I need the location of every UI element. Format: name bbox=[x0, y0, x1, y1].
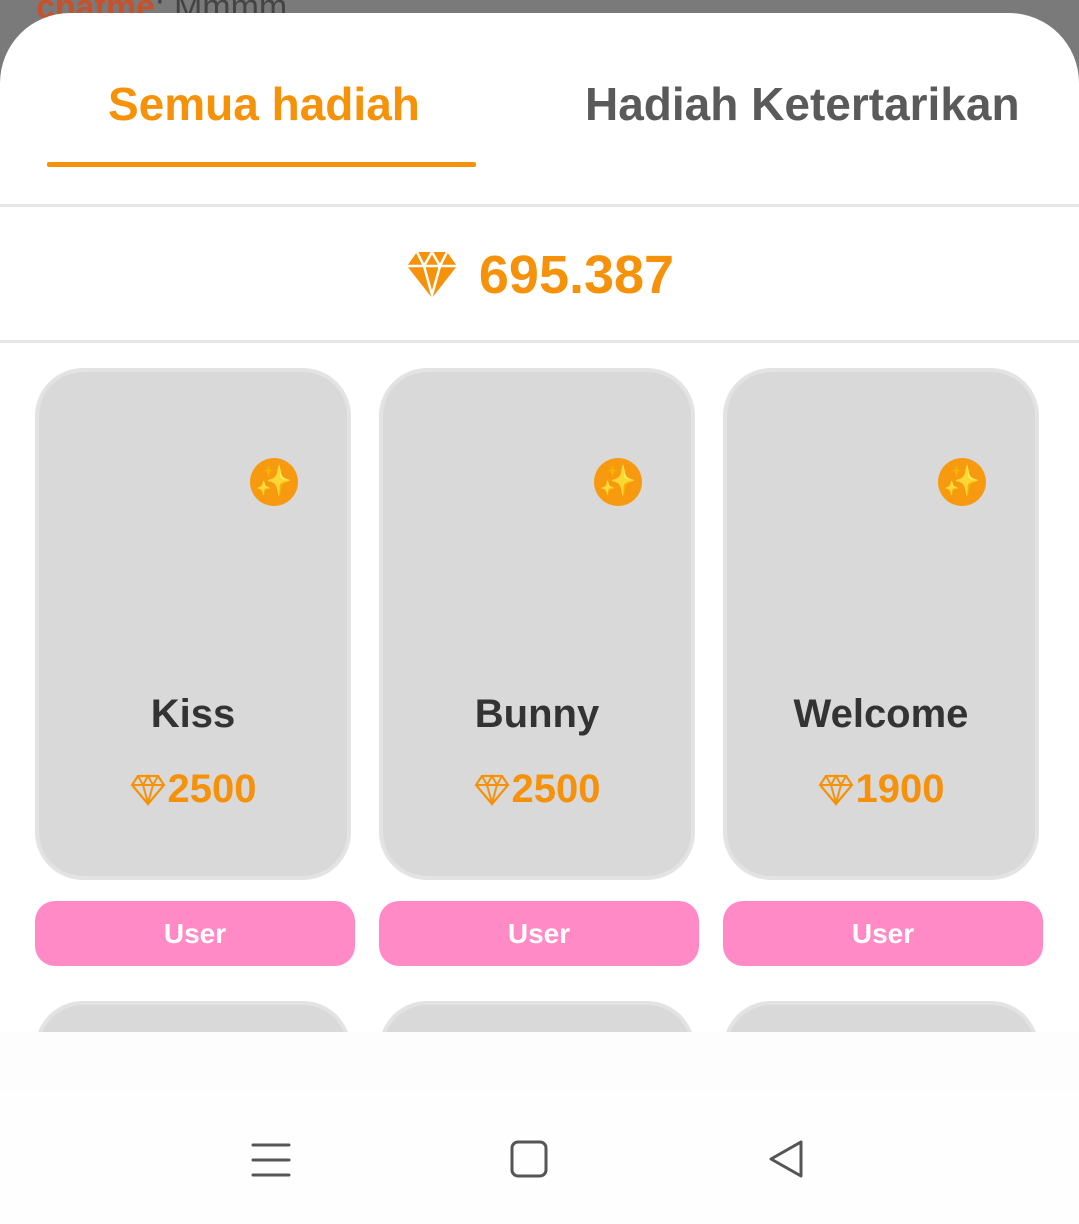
gift-card-welcome[interactable]: ✨ Welcome 1900 bbox=[723, 368, 1039, 880]
gift-price: 2500 bbox=[39, 767, 347, 812]
gift-name: Bunny bbox=[474, 692, 600, 736]
sparkles-icon: ✨ bbox=[594, 458, 642, 506]
diamond-balance: 695.387 bbox=[0, 209, 1079, 341]
divider-bottom bbox=[0, 340, 1079, 343]
user-button-kiss[interactable]: User bbox=[35, 901, 355, 966]
gift-price-value: 2500 bbox=[167, 767, 257, 811]
home-square-icon[interactable] bbox=[499, 1129, 559, 1189]
gift-price-value: 1900 bbox=[855, 767, 945, 811]
gift-card-kiss[interactable]: ✨ Kiss 2500 bbox=[35, 368, 351, 880]
gift-card-bunny[interactable]: ✨ Bunny 2500 bbox=[379, 368, 695, 880]
user-button-welcome[interactable]: User bbox=[723, 901, 1043, 966]
gift-sheet: Semua hadiah Hadiah Ketertarikan 695.387… bbox=[0, 13, 1079, 1224]
tab-interest-gifts[interactable]: Hadiah Ketertarikan bbox=[585, 77, 1020, 131]
gift-price: 1900 bbox=[727, 767, 1035, 812]
gift-price: 2500 bbox=[383, 767, 691, 812]
active-tab-indicator bbox=[47, 162, 476, 167]
system-nav-bar bbox=[0, 1091, 1079, 1224]
back-triangle-icon[interactable] bbox=[757, 1129, 817, 1189]
diamond-outline-icon bbox=[474, 773, 509, 806]
gift-name: Welcome bbox=[793, 692, 969, 736]
balance-value: 695.387 bbox=[478, 245, 675, 305]
menu-icon[interactable] bbox=[241, 1129, 301, 1189]
user-button-bunny[interactable]: User bbox=[379, 901, 699, 966]
diamond-icon bbox=[406, 250, 457, 300]
gift-name: Kiss bbox=[150, 692, 236, 736]
tab-bar: Semua hadiah Hadiah Ketertarikan bbox=[0, 13, 1079, 205]
divider-top bbox=[0, 204, 1079, 207]
diamond-outline-icon bbox=[818, 773, 853, 806]
sparkles-icon: ✨ bbox=[938, 458, 986, 506]
gift-price-value: 2500 bbox=[511, 767, 601, 811]
scroll-clip bbox=[0, 1032, 1079, 1092]
diamond-outline-icon bbox=[130, 773, 165, 806]
tab-all-gifts[interactable]: Semua hadiah bbox=[108, 77, 420, 131]
sparkles-icon: ✨ bbox=[250, 458, 298, 506]
